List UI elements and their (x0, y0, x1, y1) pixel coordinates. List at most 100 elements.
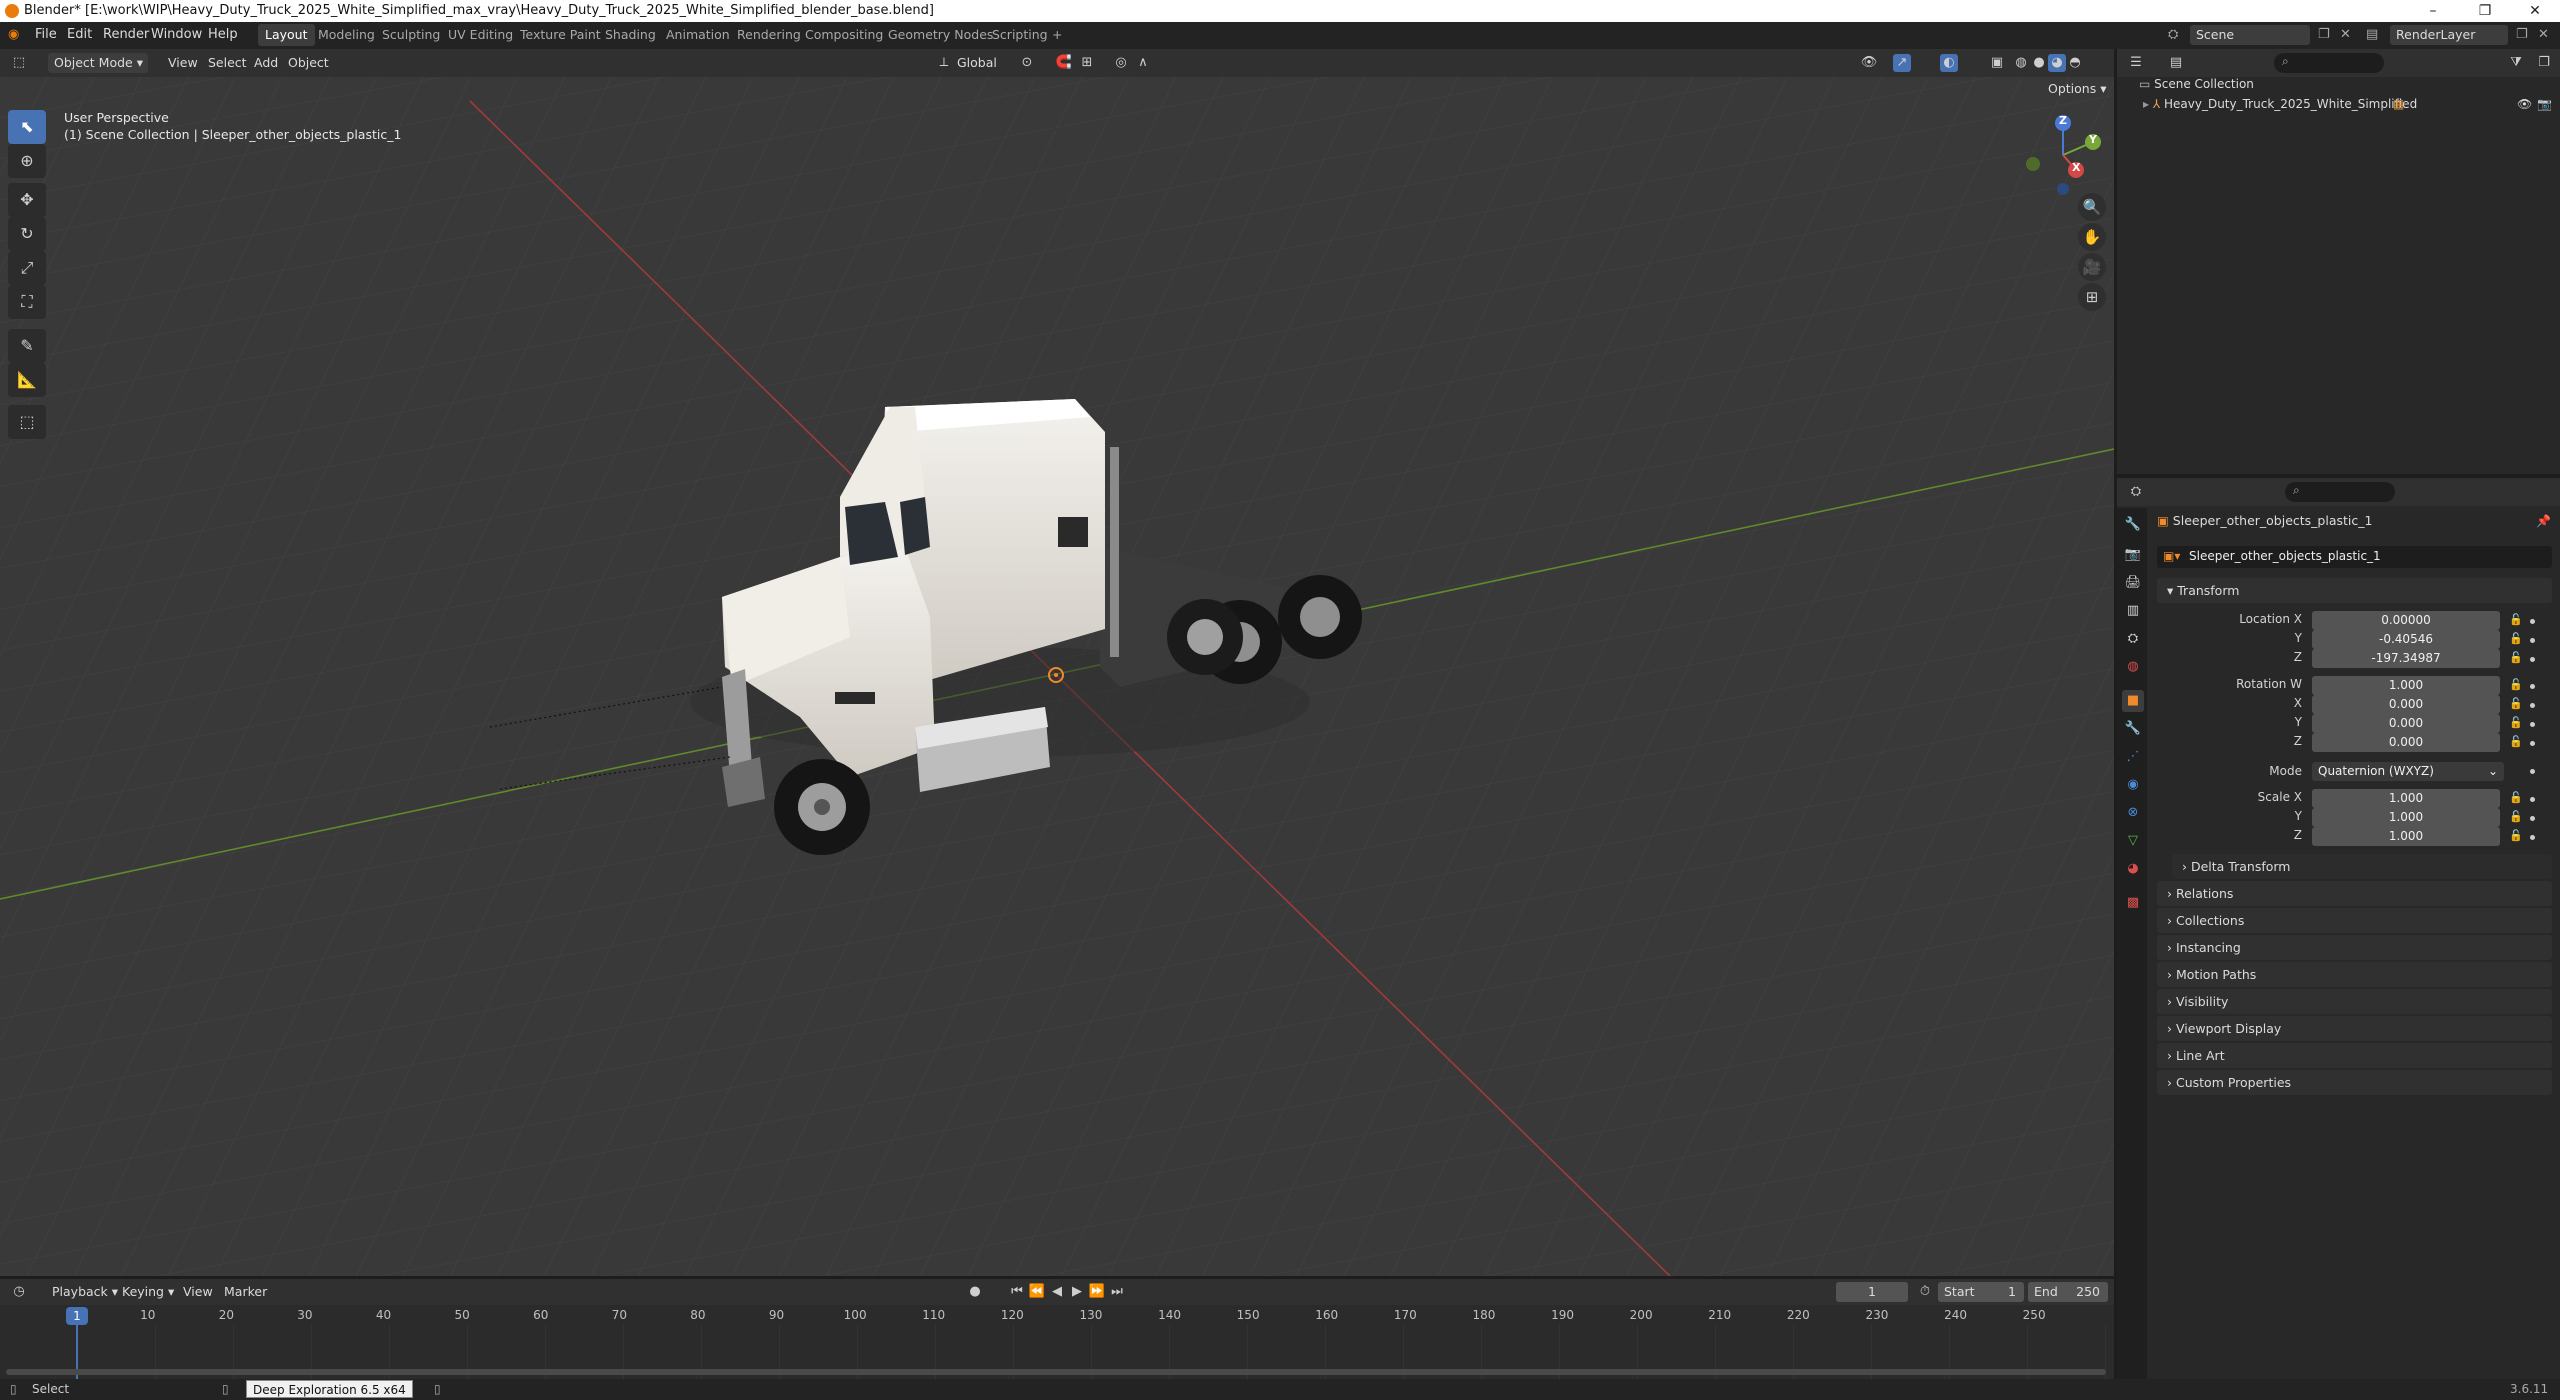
playhead-frame-badge[interactable]: 1 (66, 1307, 88, 1325)
lock-icon[interactable]: 🔓 (2509, 716, 2523, 729)
play-icon[interactable]: ▶ (1068, 1283, 1086, 1301)
snap-target-icon[interactable]: ⊞ (1078, 54, 1096, 72)
cursor-tool-icon[interactable]: ⊕ (8, 144, 46, 178)
object-tab-icon[interactable]: ■ (2122, 690, 2144, 712)
display-mode-icon[interactable]: ▤ (2167, 54, 2185, 72)
tab-uv-editing[interactable]: UV Editing (441, 24, 520, 46)
tab-texture-paint[interactable]: Texture Paint (513, 24, 608, 46)
scale-tool-icon[interactable]: ⤢ (8, 251, 46, 285)
lock-icon[interactable]: 🔓 (2509, 678, 2523, 691)
tab-compositing[interactable]: Compositing (798, 24, 890, 46)
expand-arrow-icon[interactable]: ▸ (2143, 97, 2153, 111)
object-datablock-field[interactable]: ▣▾ Sleeper_other_objects_plastic_1 (2157, 546, 2552, 568)
view-layer-tab-icon[interactable]: ▥ (2122, 600, 2144, 622)
material-tab-icon[interactable]: ◕ (2122, 858, 2144, 880)
rotation-mode-dropdown[interactable]: Quaternion (WXYZ) ⌄ (2312, 762, 2504, 781)
menu-help[interactable]: Help (208, 27, 238, 42)
blender-menu-icon[interactable]: ◉ (8, 27, 19, 42)
outliner-search-input[interactable]: ⌕ (2274, 53, 2384, 73)
scale-y-field[interactable]: 1.000 (2312, 808, 2500, 827)
add-cube-tool-icon[interactable]: ⬚ (8, 405, 46, 439)
render-camera-icon[interactable]: 📷 (2537, 97, 2552, 111)
annotate-tool-icon[interactable]: ✎ (8, 329, 46, 363)
record-icon[interactable]: ● (966, 1283, 984, 1301)
new-collection-icon[interactable]: ❐ (2535, 54, 2553, 72)
location-z-field[interactable]: -197.34987 (2312, 649, 2500, 668)
xray-icon[interactable]: ▣ (1988, 54, 2006, 72)
render-layer-remove-icon[interactable]: ✕ (2538, 27, 2549, 42)
timeline-scrollbar[interactable] (6, 1369, 2106, 1375)
options-dropdown[interactable]: Options ▾ (2048, 79, 2106, 99)
camera-view-icon[interactable]: 🎥 (2078, 253, 2106, 281)
scene-copy-icon[interactable]: ❐ (2318, 27, 2330, 42)
lock-icon[interactable]: 🔓 (2509, 829, 2523, 842)
texture-tab-icon[interactable]: ▩ (2122, 892, 2144, 914)
shading-wireframe-icon[interactable]: ◍ (2012, 54, 2030, 72)
lock-icon[interactable]: 🔓 (2509, 735, 2523, 748)
delta-transform-subpanel[interactable]: › Delta Transform (2172, 854, 2552, 879)
menu-file[interactable]: File (35, 27, 57, 42)
scale-z-field[interactable]: 1.000 (2312, 827, 2500, 846)
keyframe-dot[interactable] (2530, 722, 2535, 727)
menu-render[interactable]: Render (103, 27, 149, 42)
prev-keyframe-icon[interactable]: ⏪ (1028, 1283, 1046, 1301)
eye-icon[interactable]: 👁 (2517, 97, 2532, 111)
tab-rendering[interactable]: Rendering (730, 24, 808, 46)
keyframe-dot[interactable] (2530, 657, 2535, 662)
tab-sculpting[interactable]: Sculpting (375, 24, 447, 46)
motion-paths-panel[interactable]: › Motion Paths (2157, 962, 2552, 987)
visibility-panel[interactable]: › Visibility (2157, 989, 2552, 1014)
select-box-tool-icon[interactable]: ⬉ (8, 110, 46, 144)
tab-shading[interactable]: Shading (598, 24, 663, 46)
shading-material-icon[interactable]: ◕ (2048, 54, 2066, 72)
custom-properties-panel[interactable]: › Custom Properties (2157, 1070, 2552, 1095)
tab-geometry-nodes[interactable]: Geometry Nodes (881, 24, 1000, 46)
keyframe-dot[interactable] (2530, 769, 2535, 774)
keyframe-dot[interactable] (2530, 619, 2535, 624)
menu-marker[interactable]: Marker (224, 1282, 267, 1302)
outliner-editor-icon[interactable]: ☰ (2127, 54, 2145, 72)
timeline-tracks[interactable] (0, 1325, 2114, 1385)
jump-start-icon[interactable]: ⏮ (1008, 1283, 1026, 1301)
timeline-editor-icon[interactable]: ◷ (10, 1283, 28, 1301)
orientation-dropdown[interactable]: Global (957, 53, 997, 73)
modifier-tab-icon[interactable]: 🔧 (2122, 718, 2144, 740)
move-tool-icon[interactable]: ✥ (8, 183, 46, 217)
keyframe-dot[interactable] (2530, 816, 2535, 821)
scene-remove-icon[interactable]: ✕ (2340, 27, 2351, 42)
menu-edit[interactable]: Edit (67, 27, 92, 42)
lock-icon[interactable]: 🔓 (2509, 613, 2523, 626)
rotation-y-field[interactable]: 0.000 (2312, 714, 2500, 733)
filter-icon[interactable]: ⧩ (2507, 54, 2525, 72)
constraints-tab-icon[interactable]: ⊗ (2122, 802, 2144, 824)
pan-hand-icon[interactable]: ✋ (2078, 223, 2106, 251)
rotation-w-field[interactable]: 1.000 (2312, 676, 2500, 695)
menu-add[interactable]: Add (254, 53, 278, 73)
data-tab-icon[interactable]: ▽ (2122, 830, 2144, 852)
menu-view[interactable]: View (168, 53, 198, 73)
tab-animation[interactable]: Animation (659, 24, 737, 46)
relations-panel[interactable]: › Relations (2157, 881, 2552, 906)
line-art-panel[interactable]: › Line Art (2157, 1043, 2552, 1068)
world-tab-icon[interactable]: ◍ (2122, 656, 2144, 678)
scene-tab-icon[interactable]: ⛭ (2122, 628, 2144, 650)
pivot-icon[interactable]: ⊙ (1018, 54, 1036, 72)
scale-x-field[interactable]: 1.000 (2312, 789, 2500, 808)
next-keyframe-icon[interactable]: ⏩ (1088, 1283, 1106, 1301)
output-tab-icon[interactable]: 🖨 (2122, 572, 2144, 594)
object-name-row[interactable]: ▣ Sleeper_other_objects_plastic_1 (2157, 509, 2372, 533)
lock-icon[interactable]: 🔓 (2509, 697, 2523, 710)
lock-icon[interactable]: 🔓 (2509, 791, 2523, 804)
falloff-icon[interactable]: ∧ (1134, 54, 1152, 72)
lock-icon[interactable]: 🔓 (2509, 632, 2523, 645)
menu-keying[interactable]: Keying ▾ (122, 1282, 174, 1302)
rotation-z-field[interactable]: 0.000 (2312, 733, 2500, 752)
menu-object[interactable]: Object (288, 53, 329, 73)
play-reverse-icon[interactable]: ◀ (1048, 1283, 1066, 1301)
menu-timeline-view[interactable]: View (183, 1282, 213, 1302)
stopwatch-icon[interactable]: ⏱ (1916, 1283, 1934, 1301)
keyframe-dot[interactable] (2530, 797, 2535, 802)
outliner-item[interactable]: ▸ ⅄ Heavy_Duty_Truck_2025_White_Simplifi… (2143, 97, 2553, 117)
instancing-panel[interactable]: › Instancing (2157, 935, 2552, 960)
keyframe-dot[interactable] (2530, 741, 2535, 746)
